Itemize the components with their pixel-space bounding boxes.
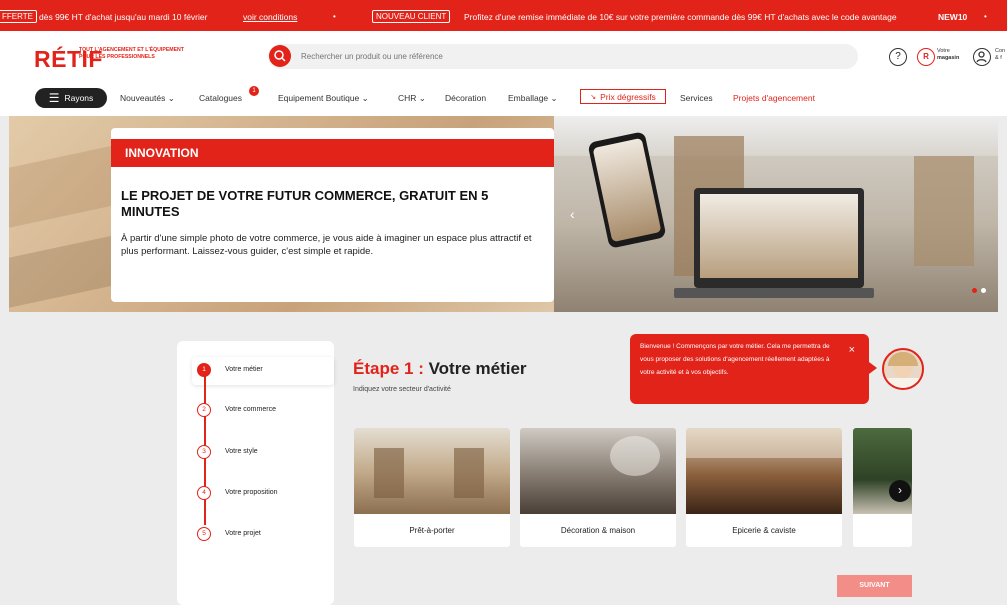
step-number[interactable]: 5	[197, 527, 211, 541]
promo-text-offer: dès 99€ HT d'achat jusqu'au mardi 10 fév…	[39, 12, 208, 22]
promo-bar: FFERTE dès 99€ HT d'achat jusqu'au mardi…	[0, 0, 1007, 31]
account-label-line-2: & f	[995, 55, 1002, 61]
step-number[interactable]: 1	[197, 363, 211, 377]
avatar-shirt	[886, 378, 920, 388]
avatar-hair	[888, 352, 918, 366]
menu-icon: ☰	[48, 91, 60, 105]
logo-tagline: TOUT L'AGENCEMENT ET L'ÉQUIPEMENT POUR L…	[79, 47, 184, 61]
promo-pill-offer: FFERTE	[0, 10, 37, 23]
sector-card[interactable]: Décoration & maison	[520, 428, 676, 547]
sector-card-image	[686, 428, 842, 514]
laptop-base	[674, 288, 874, 298]
step-title: Étape 1 : Votre métier	[353, 359, 527, 379]
promo-separator: •	[333, 12, 336, 21]
assistant-bubble: Bienvenue ! Commençons par votre métier.…	[630, 334, 869, 404]
step-label[interactable]: Votre projet	[225, 530, 261, 537]
step-label[interactable]: Votre commerce	[225, 406, 276, 413]
hero-wood-texture-2	[9, 234, 119, 308]
prix-degressifs-label: Prix dégressifs	[600, 91, 656, 102]
search-icon	[274, 50, 286, 62]
nav-prix-degressifs[interactable]: ↘ Prix dégressifs	[580, 89, 666, 104]
nav-services[interactable]: Services	[680, 93, 713, 103]
account-label-line-1: Con	[995, 48, 1006, 54]
sector-card-label: Prêt-à-porter	[409, 526, 455, 535]
next-step-button[interactable]: SUIVANT	[837, 575, 912, 597]
step-label[interactable]: Votre style	[225, 448, 258, 455]
search-bar[interactable]	[268, 44, 858, 69]
step-title-text: Votre métier	[428, 359, 527, 378]
nav-equipement-boutique[interactable]: Equipement Boutique ⌄	[278, 93, 369, 104]
chevron-down-icon: ⌄	[167, 93, 175, 103]
step-subtitle: Indiquez votre secteur d'activité	[353, 386, 451, 393]
sector-card-image	[354, 428, 510, 514]
rayons-label: Rayons	[64, 93, 94, 103]
search-button[interactable]	[269, 45, 291, 67]
hero-photo-rack	[914, 156, 974, 266]
step-number[interactable]: 4	[197, 486, 211, 500]
rayons-button[interactable]: ☰ Rayons	[35, 88, 107, 108]
promo-code: NEW10	[938, 12, 968, 22]
help-icon[interactable]: ?	[889, 48, 907, 66]
promo-pill-new-client: NOUVEAU CLIENT	[372, 10, 451, 23]
hero-photo: ‹	[554, 116, 998, 312]
catalogues-badge: 1	[249, 86, 259, 96]
sector-card-label: Epicerie & caviste	[732, 526, 796, 535]
step-label[interactable]: Votre proposition	[225, 489, 278, 496]
hero-wood-texture	[9, 144, 119, 228]
assistant-message: Bienvenue ! Commençons par votre métier.…	[640, 343, 830, 376]
store-label-line-2: magasin	[937, 55, 960, 61]
bubble-pointer	[869, 362, 877, 374]
store-label-line-1: Votre	[937, 48, 950, 54]
hero-title: LE PROJET DE VOTRE FUTUR COMMERCE, GRATU…	[121, 188, 489, 219]
promo-text-new-client: Profitez d'une remise immédiate de 10€ s…	[464, 12, 897, 22]
nav-chr[interactable]: CHR ⌄	[398, 93, 426, 104]
promo-separator-2: •	[984, 12, 987, 21]
step-number[interactable]: 3	[197, 445, 211, 459]
close-icon[interactable]: ×	[849, 344, 855, 357]
sector-card[interactable]: Prêt-à-porter	[354, 428, 510, 547]
tagline-line-1: TOUT L'AGENCEMENT ET L'ÉQUIPEMENT	[79, 47, 184, 53]
step-label[interactable]: Votre métier	[225, 366, 263, 373]
nav-decoration[interactable]: Décoration	[445, 93, 486, 103]
slider-dot[interactable]	[972, 288, 977, 293]
step-active-highlight	[192, 357, 334, 385]
nav-catalogues[interactable]: Catalogues	[199, 93, 242, 103]
chevron-down-icon: ⌄	[550, 93, 558, 103]
step-title-number: Étape 1 :	[353, 359, 424, 378]
chevron-down-icon: ⌄	[418, 93, 426, 103]
account-label[interactable]: Con & f	[995, 48, 1005, 62]
slider-dot[interactable]	[981, 288, 986, 293]
sector-card-image	[520, 428, 676, 514]
nav-nouveautes[interactable]: Nouveautés ⌄	[120, 93, 175, 104]
hero-text: À partir d'une simple photo de votre com…	[121, 233, 532, 257]
chevron-right-icon[interactable]: ›	[889, 480, 911, 502]
laptop-image	[694, 188, 864, 288]
laptop-screen	[700, 194, 858, 278]
tagline-line-2: POUR LES PROFESSIONNELS	[79, 54, 155, 60]
promo-conditions-link[interactable]: voir conditions	[243, 12, 297, 22]
arrow-down-icon: ↘	[590, 93, 597, 101]
chevron-down-icon: ⌄	[361, 93, 369, 103]
sector-card-label: Décoration & maison	[560, 526, 636, 535]
assistant-avatar	[882, 348, 924, 390]
account-icon[interactable]	[973, 48, 991, 66]
store-pin-icon[interactable]: R	[917, 48, 935, 66]
nav-emballage[interactable]: Emballage ⌄	[508, 93, 558, 104]
sector-card[interactable]: Epicerie & caviste	[686, 428, 842, 547]
hero-tag: INNOVATION	[111, 139, 554, 167]
search-input[interactable]	[301, 49, 841, 64]
nav-projets-agencement[interactable]: Projets d'agencement	[733, 93, 815, 103]
store-label[interactable]: Votre magasin	[937, 48, 959, 62]
step-number[interactable]: 2	[197, 403, 211, 417]
chevron-left-icon[interactable]: ‹	[570, 206, 575, 222]
